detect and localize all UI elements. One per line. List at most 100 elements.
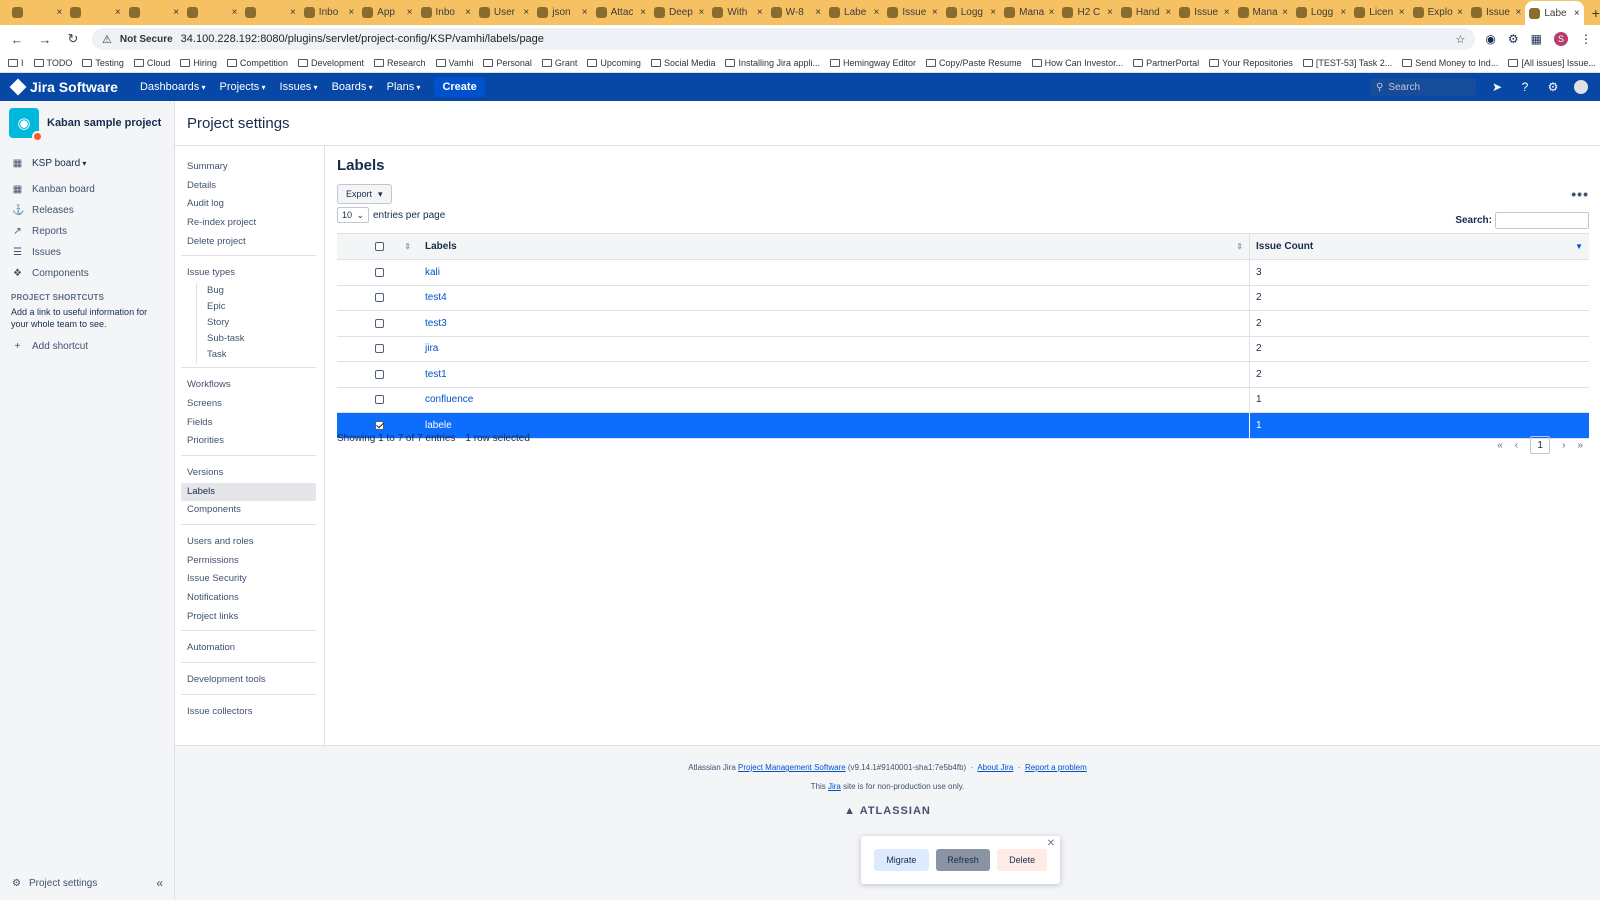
- sort-icon[interactable]: ⇕: [404, 242, 411, 251]
- nav-projects[interactable]: Projects: [220, 81, 266, 93]
- help-icon[interactable]: ?: [1518, 80, 1532, 94]
- tab-close-icon[interactable]: ×: [290, 7, 296, 18]
- bookmark-item[interactable]: Copy/Paste Resume: [926, 58, 1022, 68]
- label-link[interactable]: test1: [425, 369, 447, 380]
- browser-tab[interactable]: ×: [183, 2, 241, 23]
- browser-tab[interactable]: Issue ×: [1467, 2, 1525, 23]
- settings-nav-components[interactable]: Components: [181, 501, 316, 520]
- browser-tab[interactable]: Issue ×: [883, 2, 941, 23]
- report-problem-link[interactable]: Report a problem: [1025, 763, 1087, 772]
- bookmark-item[interactable]: Testing: [82, 58, 124, 68]
- settings-nav-re-index-project[interactable]: Re-index project: [181, 214, 316, 233]
- user-avatar[interactable]: [1574, 80, 1588, 94]
- tab-close-icon[interactable]: ×: [874, 7, 880, 18]
- browser-tab[interactable]: Explo ×: [1409, 2, 1467, 23]
- tab-close-icon[interactable]: ×: [465, 7, 471, 18]
- tab-close-icon[interactable]: ×: [1457, 7, 1463, 18]
- bookmark-item[interactable]: Research: [373, 58, 426, 68]
- tab-close-icon[interactable]: ×: [698, 7, 704, 18]
- bookmark-item[interactable]: TODO: [33, 58, 72, 68]
- row-checkbox[interactable]: [375, 293, 384, 303]
- settings-gear-icon[interactable]: ⚙: [1546, 80, 1560, 94]
- jira-link[interactable]: Jira: [828, 782, 841, 791]
- settings-nav-labels[interactable]: Labels: [181, 482, 316, 502]
- row-checkbox[interactable]: [375, 395, 384, 405]
- browser-tab[interactable]: Inbo ×: [300, 2, 358, 23]
- browser-tab[interactable]: json ×: [533, 2, 591, 23]
- table-row[interactable]: confluence 1: [337, 387, 1589, 413]
- settings-nav-issue-types[interactable]: Issue types: [181, 264, 316, 283]
- select-all-checkbox[interactable]: [375, 242, 384, 251]
- about-jira-link[interactable]: About Jira: [977, 763, 1013, 772]
- bookmark-item[interactable]: Vamhi: [435, 58, 473, 68]
- settings-nav-audit-log[interactable]: Audit log: [181, 195, 316, 214]
- row-checkbox[interactable]: [375, 344, 384, 354]
- browser-tab[interactable]: ×: [66, 2, 124, 23]
- tab-close-icon[interactable]: ×: [57, 7, 63, 18]
- next-page-button[interactable]: ›: [1562, 440, 1565, 451]
- settings-nav-development-tools[interactable]: Development tools: [181, 671, 316, 690]
- browser-tab[interactable]: W-8 ×: [767, 2, 825, 23]
- settings-nav-permissions[interactable]: Permissions: [181, 552, 316, 571]
- sort-icon[interactable]: ⇕: [1236, 242, 1243, 251]
- tab-close-icon[interactable]: ×: [232, 7, 238, 18]
- bookmark-item[interactable]: Send Money to Ind...: [1402, 58, 1498, 68]
- bookmark-item[interactable]: Your Repositories: [1209, 58, 1293, 68]
- browser-tab[interactable]: Deep ×: [650, 2, 708, 23]
- labels-column-header[interactable]: Labels ⇕: [417, 234, 1249, 259]
- bookmark-item[interactable]: Grant: [541, 58, 577, 68]
- table-row[interactable]: test4 2: [337, 285, 1589, 311]
- browser-tab[interactable]: Logg ×: [942, 2, 1000, 23]
- settings-nav-automation[interactable]: Automation: [181, 639, 316, 658]
- browser-tab[interactable]: Mana ×: [1234, 2, 1292, 23]
- settings-nav-issue-type-story[interactable]: Story: [197, 315, 316, 331]
- browser-tab[interactable]: Hand ×: [1117, 2, 1175, 23]
- settings-nav-issue-type-task[interactable]: Task: [197, 347, 316, 363]
- browser-tab[interactable]: Licen ×: [1350, 2, 1408, 23]
- migrate-button[interactable]: Migrate: [874, 849, 929, 871]
- bookmark-item[interactable]: PartnerPortal: [1133, 58, 1199, 68]
- tab-close-icon[interactable]: ×: [582, 7, 588, 18]
- settings-nav-notifications[interactable]: Notifications: [181, 589, 316, 608]
- bookmark-item[interactable]: Development: [297, 58, 364, 68]
- reload-icon[interactable]: ↻: [64, 31, 82, 47]
- prev-page-button[interactable]: ‹: [1515, 440, 1518, 451]
- tab-close-icon[interactable]: ×: [523, 7, 529, 18]
- new-tab-icon[interactable]: +: [1592, 5, 1600, 21]
- row-checkbox[interactable]: [375, 318, 384, 328]
- tab-close-icon[interactable]: ×: [1574, 8, 1580, 19]
- row-checkbox[interactable]: [375, 369, 384, 379]
- tab-close-icon[interactable]: ×: [990, 7, 996, 18]
- settings-nav-issue-type-sub-task[interactable]: Sub-task: [197, 331, 316, 347]
- tab-close-icon[interactable]: ×: [1049, 7, 1055, 18]
- browser-tab[interactable]: Logg ×: [1292, 2, 1350, 23]
- browser-tab[interactable]: Issue ×: [1175, 2, 1233, 23]
- bookmark-item[interactable]: Cloud: [133, 58, 170, 68]
- settings-nav-delete-project[interactable]: Delete project: [181, 233, 316, 252]
- puzzle-icon[interactable]: ⚙: [1508, 32, 1519, 46]
- nav-boards[interactable]: Boards: [332, 81, 373, 93]
- browser-tab[interactable]: H2 C ×: [1058, 2, 1116, 23]
- last-page-button[interactable]: »: [1577, 440, 1583, 451]
- tab-close-icon[interactable]: ×: [1165, 7, 1171, 18]
- label-link[interactable]: jira: [425, 343, 438, 354]
- bookmark-item[interactable]: Hiring: [180, 58, 217, 68]
- settings-nav-users-and-roles[interactable]: Users and roles: [181, 533, 316, 552]
- sidebar-project-settings[interactable]: ⚙ Project settings «: [0, 876, 175, 890]
- profile-avatar[interactable]: S: [1554, 32, 1568, 46]
- jira-search-input[interactable]: ⚲ Search: [1370, 78, 1476, 96]
- extension-icon[interactable]: ◉: [1485, 32, 1495, 46]
- bookmark-item[interactable]: [All issues] Issue...: [1508, 58, 1596, 68]
- url-input[interactable]: ⚠ Not Secure 34.100.228.192:8080/plugins…: [92, 28, 1476, 50]
- settings-nav-issue-security[interactable]: Issue Security: [181, 570, 316, 589]
- tab-close-icon[interactable]: ×: [115, 7, 121, 18]
- first-page-button[interactable]: «: [1497, 440, 1503, 451]
- nav-issues[interactable]: Issues: [280, 81, 318, 93]
- more-actions-icon[interactable]: •••: [1571, 186, 1589, 202]
- table-row[interactable]: test3 2: [337, 311, 1589, 337]
- table-row[interactable]: kali 3: [337, 260, 1589, 286]
- pms-link[interactable]: Project Management Software: [738, 763, 846, 772]
- sort-desc-icon[interactable]: ▼: [1575, 242, 1583, 251]
- jira-logo[interactable]: Jira Software: [9, 78, 118, 96]
- settings-nav-project-links[interactable]: Project links: [181, 608, 316, 627]
